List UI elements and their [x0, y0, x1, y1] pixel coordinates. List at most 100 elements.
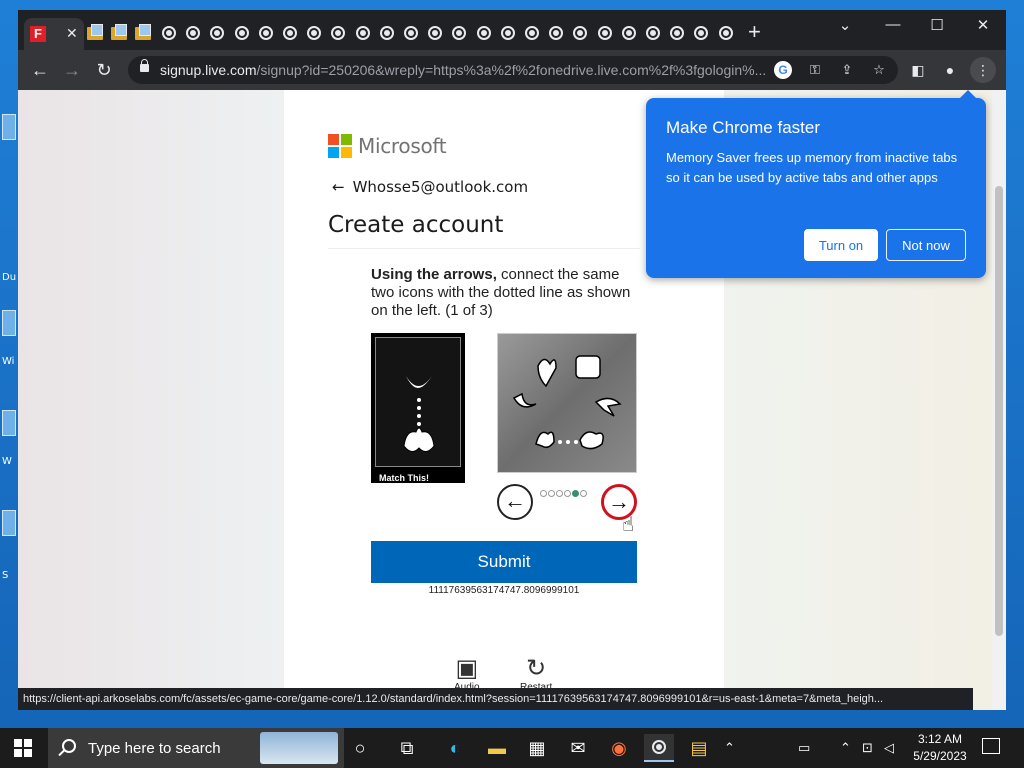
bookmark-star-icon[interactable]: ☆: [870, 61, 888, 79]
tab-active[interactable]: F ✕: [24, 18, 84, 50]
google-icon[interactable]: G: [774, 61, 792, 79]
file-explorer-icon[interactable]: ▬: [482, 734, 512, 762]
email-label: Whosse5@outlook.com: [352, 178, 529, 196]
tab-chrome[interactable]: [620, 24, 638, 42]
notepad-icon[interactable]: ▤: [684, 734, 714, 762]
keyboard-icon[interactable]: ▭: [798, 740, 810, 756]
notification-icon[interactable]: [982, 738, 1000, 754]
status-url-bubble: https://client-api.arkoselabs.com/fc/ass…: [18, 688, 973, 710]
tab-folder[interactable]: [86, 23, 104, 42]
tab-chrome[interactable]: [523, 24, 541, 42]
tab-chrome[interactable]: [160, 24, 178, 42]
page-scrollbar[interactable]: [992, 90, 1006, 710]
taskbar-search[interactable]: Type here to search: [48, 728, 344, 768]
tab-chrome[interactable]: [450, 24, 468, 42]
show-hidden-icon[interactable]: ⌃: [840, 740, 851, 756]
scroll-thumb[interactable]: [995, 186, 1003, 636]
tab-chrome[interactable]: [596, 24, 614, 42]
tab-chrome[interactable]: [208, 24, 226, 42]
chrome-favicon-icon: [404, 26, 418, 40]
tab-chrome[interactable]: [475, 24, 493, 42]
tab-chrome[interactable]: [378, 24, 396, 42]
close-window-button[interactable]: ✕: [968, 16, 998, 34]
desktop-icon[interactable]: [2, 410, 16, 436]
minimize-button[interactable]: —: [878, 16, 908, 33]
tab-chrome[interactable]: [233, 24, 251, 42]
chrome-favicon-icon: [621, 26, 636, 40]
back-icon[interactable]: ←: [28, 58, 52, 82]
tab-chrome[interactable]: [426, 24, 444, 42]
example-moon-flower-icon: [403, 376, 435, 452]
tab-chrome[interactable]: [668, 24, 686, 42]
folder-icon: [135, 23, 151, 40]
tab-chrome[interactable]: [571, 24, 589, 42]
clock-date: 5/29/2023: [913, 749, 967, 763]
tab-chrome[interactable]: [402, 24, 420, 42]
menu-icon[interactable]: ⋮: [970, 57, 996, 83]
tab-chrome[interactable]: [354, 24, 372, 42]
desktop-icon[interactable]: [2, 510, 16, 536]
tab-chrome[interactable]: [281, 24, 299, 42]
tab-chrome[interactable]: [499, 24, 517, 42]
reload-icon[interactable]: ↻: [92, 58, 116, 82]
system-clock[interactable]: 3:12 AM 5/29/2023: [908, 731, 972, 765]
profile-icon[interactable]: ●: [940, 60, 960, 80]
desktop-label: Du: [2, 272, 17, 283]
chrome-favicon-icon: [355, 26, 370, 40]
network-icon[interactable]: ⊡: [862, 740, 873, 756]
memory-saver-popup: Make Chrome faster Memory Saver frees up…: [646, 90, 986, 278]
tab-chrome[interactable]: [305, 24, 323, 42]
start-button[interactable]: [14, 739, 32, 757]
tab-chrome[interactable]: [184, 24, 202, 42]
tab-close-icon[interactable]: ✕: [66, 24, 78, 42]
lock-icon[interactable]: [140, 59, 149, 72]
overflow-chevron-icon[interactable]: ⌃: [724, 740, 735, 756]
submit-button[interactable]: Submit: [371, 541, 637, 583]
tab-chrome[interactable]: [257, 24, 275, 42]
progress-dots: [540, 484, 596, 502]
forward-icon[interactable]: →: [60, 58, 84, 82]
tab-folder[interactable]: [110, 23, 128, 42]
chrome-favicon-icon: [331, 26, 346, 40]
side-panel-icon[interactable]: ◧: [908, 60, 928, 80]
turn-on-button[interactable]: Turn on: [804, 229, 878, 261]
task-view-icon[interactable]: ⧉: [392, 734, 422, 762]
url-text[interactable]: signup.live.com/signup?id=250206&wreply=…: [160, 62, 770, 78]
tab-chrome[interactable]: [329, 24, 347, 42]
moon-icon: [512, 392, 537, 408]
share-icon[interactable]: ⇪: [838, 61, 856, 79]
edge-icon[interactable]: ◐: [440, 734, 470, 762]
not-now-button[interactable]: Not now: [886, 229, 966, 261]
tab-chrome[interactable]: [547, 24, 565, 42]
back-arrow-icon[interactable]: ←: [332, 178, 345, 196]
tab-search-icon[interactable]: ⌄: [830, 16, 860, 34]
chrome-favicon-icon: [258, 26, 273, 40]
cortana-icon[interactable]: ○: [345, 734, 375, 762]
speaker-icon: ▣: [455, 655, 479, 682]
maximize-button[interactable]: ☐: [922, 16, 952, 34]
chrome-favicon-icon: [452, 26, 467, 40]
back-to-email[interactable]: ← Whosse5@outlook.com: [332, 178, 528, 196]
tab-chrome[interactable]: [692, 24, 710, 42]
key-icon[interactable]: ⚿: [806, 61, 824, 79]
volume-icon[interactable]: ◁: [884, 740, 894, 756]
chrome-favicon-icon: [283, 26, 297, 40]
desktop-icon[interactable]: [2, 114, 16, 140]
chrome-favicon-icon: [718, 26, 733, 40]
instruction-bold: Using the arrows,: [371, 266, 497, 283]
search-placeholder: Type here to search: [88, 740, 221, 757]
mail-icon[interactable]: ✉: [563, 734, 593, 762]
chrome-taskbar-icon[interactable]: [644, 734, 674, 762]
tab-chrome[interactable]: [717, 24, 735, 42]
new-tab-button[interactable]: +: [748, 21, 761, 43]
progress-dot: [540, 490, 547, 497]
desktop-icon[interactable]: [2, 310, 16, 336]
previous-arrow-button[interactable]: ←: [497, 484, 533, 520]
desktop-label: Wi: [2, 356, 15, 367]
tab-folder[interactable]: [134, 23, 152, 42]
store-icon[interactable]: ▦: [522, 734, 552, 762]
address-bar[interactable]: signup.live.com/signup?id=250206&wreply=…: [128, 56, 898, 84]
popup-title: Make Chrome faster: [666, 118, 820, 137]
firefox-icon[interactable]: ◉: [604, 734, 634, 762]
tab-chrome[interactable]: [644, 24, 662, 42]
